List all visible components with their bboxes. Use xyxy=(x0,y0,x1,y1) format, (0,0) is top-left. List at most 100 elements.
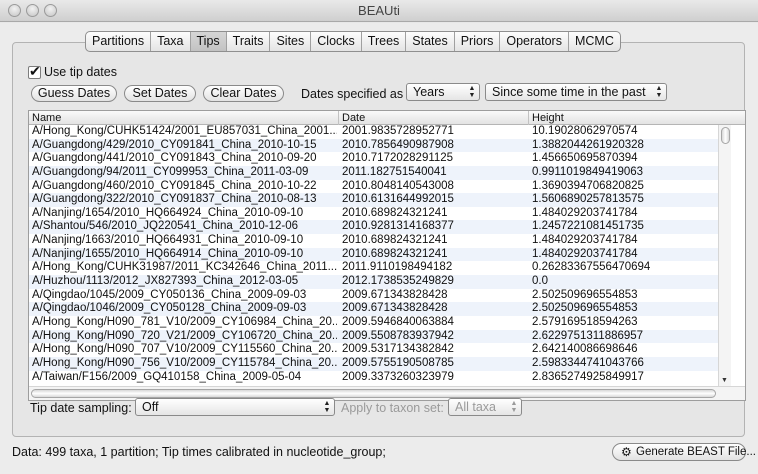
table-row[interactable]: A/Guangdong/460/2010_CY091845_China_2010… xyxy=(29,180,731,194)
apply-to-taxon-set-select[interactable]: All taxa ▲ ▼ xyxy=(448,398,522,416)
cell-height[interactable]: 0.0 xyxy=(529,275,729,289)
tip-date-sampling-select[interactable]: Off ▲ ▼ xyxy=(135,398,335,416)
table-row[interactable]: A/Huzhou/1113/2012_JX827393_China_2012-0… xyxy=(29,275,731,289)
set-dates-button[interactable]: Set Dates xyxy=(124,85,196,102)
table-row[interactable]: A/Nanjing/1655/2010_HQ664914_China_2010-… xyxy=(29,247,731,262)
guess-dates-button[interactable]: Guess Dates xyxy=(31,85,117,102)
table-row[interactable]: A/Hong_Kong/H090_781_V10/2009_CY106984_C… xyxy=(29,316,731,330)
cell-height[interactable]: 2.5983344741043766 xyxy=(529,357,729,371)
cell-height[interactable]: 2.579169518594263 xyxy=(529,316,729,330)
tab-trees[interactable]: Trees xyxy=(362,32,407,51)
cell-name[interactable]: A/Hong_Kong/CUHK31987/2011_KC342646_Chin… xyxy=(29,261,337,275)
cell-date[interactable]: 2009.5508783937942 xyxy=(339,330,527,344)
cell-height[interactable]: 1.3690394706820825 xyxy=(529,180,729,194)
table-row[interactable]: A/Nanjing/1654/2010_HQ664924_China_2010-… xyxy=(29,207,731,221)
cell-name[interactable]: A/Taiwan/F156/2009_GQ410158_China_2009-0… xyxy=(29,371,337,385)
cell-name[interactable]: A/Nanjing/1655/2010_HQ664914_China_2010-… xyxy=(29,248,337,262)
table-row[interactable]: A/Guangdong/322/2010_CY091837_China_2010… xyxy=(29,193,731,207)
tab-states[interactable]: States xyxy=(406,32,455,51)
tab-clocks[interactable]: Clocks xyxy=(311,32,362,51)
cell-name[interactable]: A/Hong_Kong/H090_720_V21/2009_CY106720_C… xyxy=(29,330,337,344)
cell-height[interactable]: 0.9911019849419063 xyxy=(529,166,729,180)
date-units-select[interactable]: Years ▲ ▼ xyxy=(406,83,480,101)
table-row[interactable]: A/Qingdao/1046/2009_CY050128_China_2009-… xyxy=(29,302,731,316)
table-row[interactable]: A/Guangdong/429/2010_CY091841_China_2010… xyxy=(29,138,731,153)
table-row[interactable]: A/Qingdao/1045/2009_CY050136_China_2009-… xyxy=(29,289,731,303)
cell-name[interactable]: A/Huzhou/1113/2012_JX827393_China_2012-0… xyxy=(29,275,337,289)
horizontal-scroll-thumb[interactable] xyxy=(31,389,716,398)
cell-date[interactable]: 2010.8048140543008 xyxy=(339,180,527,194)
tab-traits[interactable]: Traits xyxy=(227,32,271,51)
cell-name[interactable]: A/Hong_Kong/CUHK51424/2001_EU857031_Chin… xyxy=(29,125,337,139)
table-row[interactable]: A/Hong_Kong/H090_720_V21/2009_CY106720_C… xyxy=(29,329,731,344)
cell-name[interactable]: A/Nanjing/1654/2010_HQ664924_China_2010-… xyxy=(29,207,337,221)
table-row[interactable]: A/Guangdong/94/2011_CY099953_China_2011-… xyxy=(29,165,731,180)
column-header-name[interactable]: Name xyxy=(29,111,339,125)
column-header-date[interactable]: Date xyxy=(339,111,529,125)
cell-date[interactable]: 2010.9281314168377 xyxy=(339,220,527,234)
table-row[interactable]: A/Nanjing/1663/2010_HQ664931_China_2010-… xyxy=(29,234,731,248)
table-row[interactable]: A/Hong_Kong/H090_756_V10/2009_CY115784_C… xyxy=(29,356,731,371)
tab-priors[interactable]: Priors xyxy=(455,32,501,51)
cell-name[interactable]: A/Guangdong/429/2010_CY091841_China_2010… xyxy=(29,139,337,153)
cell-date[interactable]: 2009.5946840063884 xyxy=(339,316,527,330)
tab-sites[interactable]: Sites xyxy=(270,32,312,51)
cell-height[interactable]: 0.26283367556470694 xyxy=(529,261,729,275)
table-row[interactable]: A/Shantou/546/2010_JQ220541_China_2010-1… xyxy=(29,220,731,235)
cell-height[interactable]: 2.6229751311886957 xyxy=(529,330,729,344)
tab-tips[interactable]: Tips xyxy=(190,32,227,51)
cell-height[interactable]: 1.5606890257813575 xyxy=(529,193,729,207)
cell-date[interactable]: 2009.671343828428 xyxy=(339,289,527,303)
cell-date[interactable]: 2010.7856490987908 xyxy=(339,139,527,153)
generate-beast-file-button[interactable]: ⚙ Generate BEAST File... xyxy=(612,443,756,461)
date-direction-select[interactable]: Since some time in the past ▲ ▼ xyxy=(485,83,667,101)
cell-date[interactable]: 2010.6131644992015 xyxy=(339,193,527,207)
tab-partitions[interactable]: Partitions xyxy=(86,32,152,51)
table-row[interactable]: A/Hong_Kong/H090_707_V10/2009_CY115560_C… xyxy=(29,343,731,357)
cell-name[interactable]: A/Hong_Kong/H090_707_V10/2009_CY115560_C… xyxy=(29,343,337,357)
cell-height[interactable]: 2.8365274925849917 xyxy=(529,371,729,385)
tab-operators[interactable]: Operators xyxy=(500,32,569,51)
cell-name[interactable]: A/Guangdong/322/2010_CY091837_China_2010… xyxy=(29,193,337,207)
table-row[interactable]: A/Hong_Kong/CUHK31987/2011_KC342646_Chin… xyxy=(29,261,731,275)
column-header-height[interactable]: Height xyxy=(529,111,745,125)
cell-date[interactable]: 2001.9835728952771 xyxy=(339,125,527,139)
cell-height[interactable]: 10.19028062970574 xyxy=(529,125,729,139)
table-row[interactable]: A/Hong_Kong/CUHK51424/2001_EU857031_Chin… xyxy=(29,125,731,139)
cell-name[interactable]: A/Guangdong/441/2010_CY091843_China_2010… xyxy=(29,152,337,166)
cell-date[interactable]: 2010.7172028291125 xyxy=(339,152,527,166)
cell-name[interactable]: A/Qingdao/1046/2009_CY050128_China_2009-… xyxy=(29,302,337,316)
cell-height[interactable]: 2.502509696554853 xyxy=(529,289,729,303)
cell-date[interactable]: 2009.5317134382842 xyxy=(339,343,527,357)
cell-height[interactable]: 1.456650695870394 xyxy=(529,152,729,166)
tab-mcmc[interactable]: MCMC xyxy=(569,32,620,51)
scroll-down-arrow-icon[interactable]: ▼ xyxy=(721,377,728,384)
cell-date[interactable]: 2012.1738535249829 xyxy=(339,275,527,289)
clear-dates-button[interactable]: Clear Dates xyxy=(203,85,284,102)
tab-taxa[interactable]: Taxa xyxy=(151,32,191,51)
cell-name[interactable]: A/Shantou/546/2010_JQ220541_China_2010-1… xyxy=(29,220,337,234)
cell-height[interactable]: 1.484029203741784 xyxy=(529,234,729,248)
cell-date[interactable]: 2009.5755190508785 xyxy=(339,357,527,371)
use-tip-dates-checkbox-row[interactable]: ✔ Use tip dates xyxy=(28,63,117,80)
cell-date[interactable]: 2011.9110198494182 xyxy=(339,261,527,275)
cell-date[interactable]: 2011.182751540041 xyxy=(339,166,527,180)
cell-date[interactable]: 2010.689824321241 xyxy=(339,234,527,248)
cell-height[interactable]: 2.502509696554853 xyxy=(529,302,729,316)
cell-height[interactable]: 1.484029203741784 xyxy=(529,207,729,221)
table-row[interactable]: A/Guangdong/441/2010_CY091843_China_2010… xyxy=(29,152,731,166)
cell-date[interactable]: 2010.689824321241 xyxy=(339,207,527,221)
cell-name[interactable]: A/Hong_Kong/H090_781_V10/2009_CY106984_C… xyxy=(29,316,337,330)
cell-name[interactable]: A/Hong_Kong/H090_756_V10/2009_CY115784_C… xyxy=(29,357,337,371)
vertical-scrollbar[interactable]: ▼ xyxy=(718,125,731,386)
cell-date[interactable]: 2009.3373260323979 xyxy=(339,371,527,385)
cell-name[interactable]: A/Guangdong/94/2011_CY099953_China_2011-… xyxy=(29,166,337,180)
cell-height[interactable]: 2.642140086698646 xyxy=(529,343,729,357)
cell-height[interactable]: 1.3882044261920328 xyxy=(529,139,729,153)
cell-date[interactable]: 2009.671343828428 xyxy=(339,302,527,316)
cell-name[interactable]: A/Qingdao/1045/2009_CY050136_China_2009-… xyxy=(29,289,337,303)
vertical-scroll-thumb[interactable] xyxy=(721,127,730,144)
table-row[interactable]: A/Taiwan/F156/2009_GQ410158_China_2009-0… xyxy=(29,371,731,385)
cell-name[interactable]: A/Guangdong/460/2010_CY091845_China_2010… xyxy=(29,180,337,194)
cell-name[interactable]: A/Nanjing/1663/2010_HQ664931_China_2010-… xyxy=(29,234,337,248)
